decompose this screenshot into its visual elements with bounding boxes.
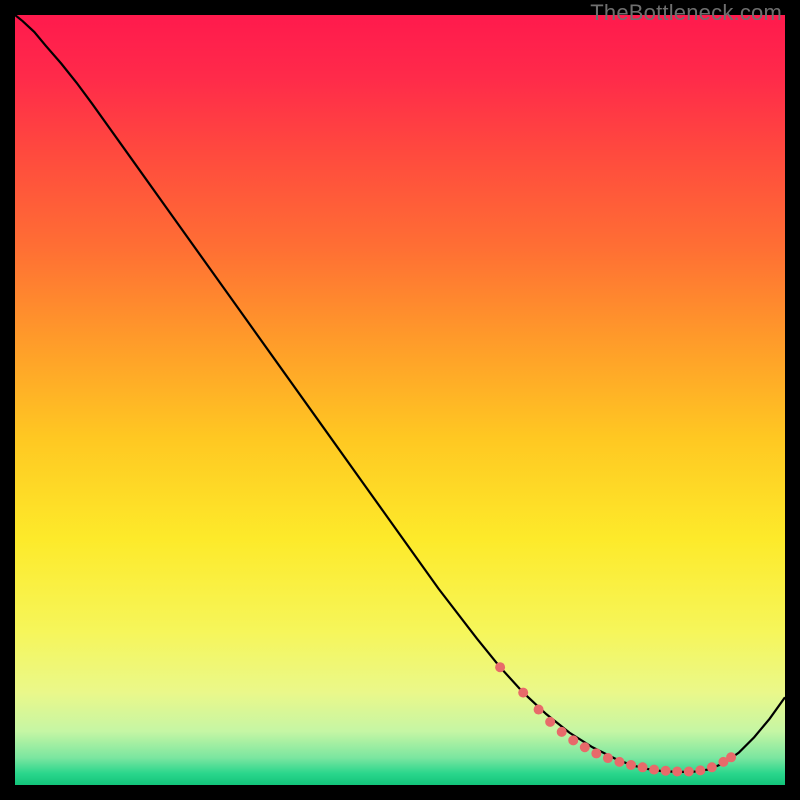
- marker-dot: [591, 748, 601, 758]
- marker-dot: [626, 760, 636, 770]
- marker-dot: [545, 717, 555, 727]
- marker-dot: [614, 757, 624, 767]
- marker-dot: [534, 705, 544, 715]
- watermark-text: TheBottleneck.com: [590, 0, 782, 26]
- chart-plot: [15, 15, 785, 785]
- marker-dot: [557, 727, 567, 737]
- marker-dot: [707, 762, 717, 772]
- marker-dot: [661, 766, 671, 776]
- marker-dot: [726, 752, 736, 762]
- marker-dot: [568, 735, 578, 745]
- marker-dot: [649, 765, 659, 775]
- gradient-background: [15, 15, 785, 785]
- marker-dot: [684, 767, 694, 777]
- chart-frame: [15, 15, 785, 785]
- marker-dot: [638, 762, 648, 772]
- marker-dot: [518, 688, 528, 698]
- marker-dot: [695, 765, 705, 775]
- marker-dot: [672, 767, 682, 777]
- marker-dot: [495, 662, 505, 672]
- marker-dot: [580, 742, 590, 752]
- marker-dot: [603, 753, 613, 763]
